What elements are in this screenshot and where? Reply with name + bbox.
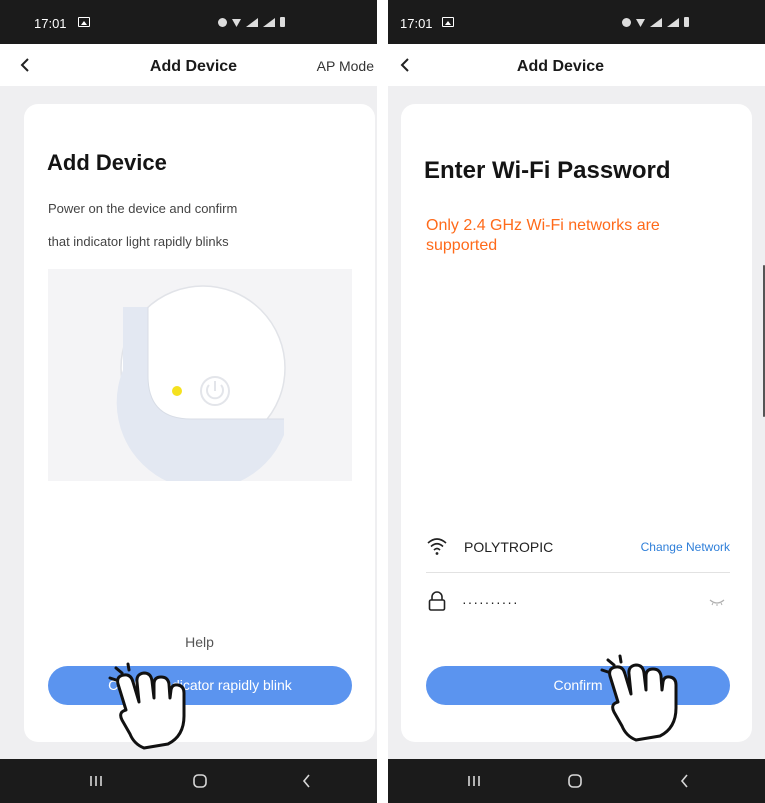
recent-apps-icon [90,776,102,786]
change-network-link[interactable]: Change Network [641,540,730,554]
back-button[interactable] [10,50,40,80]
recent-apps-button[interactable] [458,769,490,793]
device-illustration [48,269,352,481]
back-button[interactable] [390,50,420,80]
lock-icon [428,591,446,611]
phone-screen-wifi-password: 17:01 Add Device Enter Wi-Fi Password On… [388,0,765,803]
network-row: POLYTROPIC Change Network [426,531,730,563]
confirm-button[interactable]: Confirm [426,666,730,705]
status-icons [218,17,285,27]
home-icon [193,774,207,788]
instruction-line-2: that indicator light rapidly blinks [48,234,229,249]
wifi-status-icon [232,19,241,27]
wifi-status-icon [636,19,645,27]
instruction-line-1: Power on the device and confirm [48,201,238,216]
recent-apps-button[interactable] [80,769,112,793]
navigation-bar [388,759,765,803]
content-card: Add Device Power on the device and confi… [24,104,375,742]
network-name: POLYTROPIC [464,539,554,555]
recent-apps-icon [468,776,480,786]
card-heading: Enter Wi-Fi Password [424,157,671,184]
field-divider [426,572,730,573]
status-bar: 17:01 [388,0,765,44]
eye-closed-icon[interactable] [708,596,726,608]
card-heading: Add Device [47,150,167,175]
signal-icon-2 [263,18,275,27]
status-time: 17:01 [34,16,67,31]
page-title: Add Device [516,58,605,75]
nav-back-icon [302,774,310,788]
wifi-icon [427,538,447,555]
navigation-bar [0,759,377,803]
signal-icon [650,18,662,27]
device-blink-diagram [116,285,286,481]
status-time: 17:01 [400,16,433,31]
battery-icon [684,17,689,27]
signal-icon-2 [667,18,679,27]
password-row [426,586,730,618]
app-bar: Add Device [388,44,765,86]
status-bar: 17:01 [0,0,377,44]
back-arrow-icon [400,58,409,72]
signal-icon [246,18,258,27]
nav-back-button[interactable] [291,769,323,793]
home-button[interactable] [184,769,216,793]
confirm-blink-button[interactable]: Confirm indicator rapidly blink [48,666,352,705]
alarm-icon [218,18,227,27]
battery-icon [280,17,285,27]
wifi-band-warning: Only 2.4 GHz Wi-Fi networks are supporte… [426,217,660,254]
gallery-notification-icon [78,17,90,27]
home-button[interactable] [559,769,591,793]
home-icon [568,774,582,788]
help-link[interactable]: Help [24,634,375,650]
indicator-light [172,386,182,396]
content-card: Enter Wi-Fi Password Only 2.4 GHz Wi-Fi … [401,104,752,742]
nav-back-button[interactable] [669,769,701,793]
alarm-icon [622,18,631,27]
nav-back-icon [680,774,688,788]
ap-mode-button[interactable]: AP Mode [317,58,374,74]
back-arrow-icon [20,58,29,72]
app-bar: Add Device AP Mode [0,44,377,86]
password-input[interactable] [462,590,682,614]
gallery-notification-icon [442,17,454,27]
status-icons [622,17,689,27]
phone-screen-add-device: 17:01 Add Device AP Mode Add Device Powe… [0,0,377,803]
